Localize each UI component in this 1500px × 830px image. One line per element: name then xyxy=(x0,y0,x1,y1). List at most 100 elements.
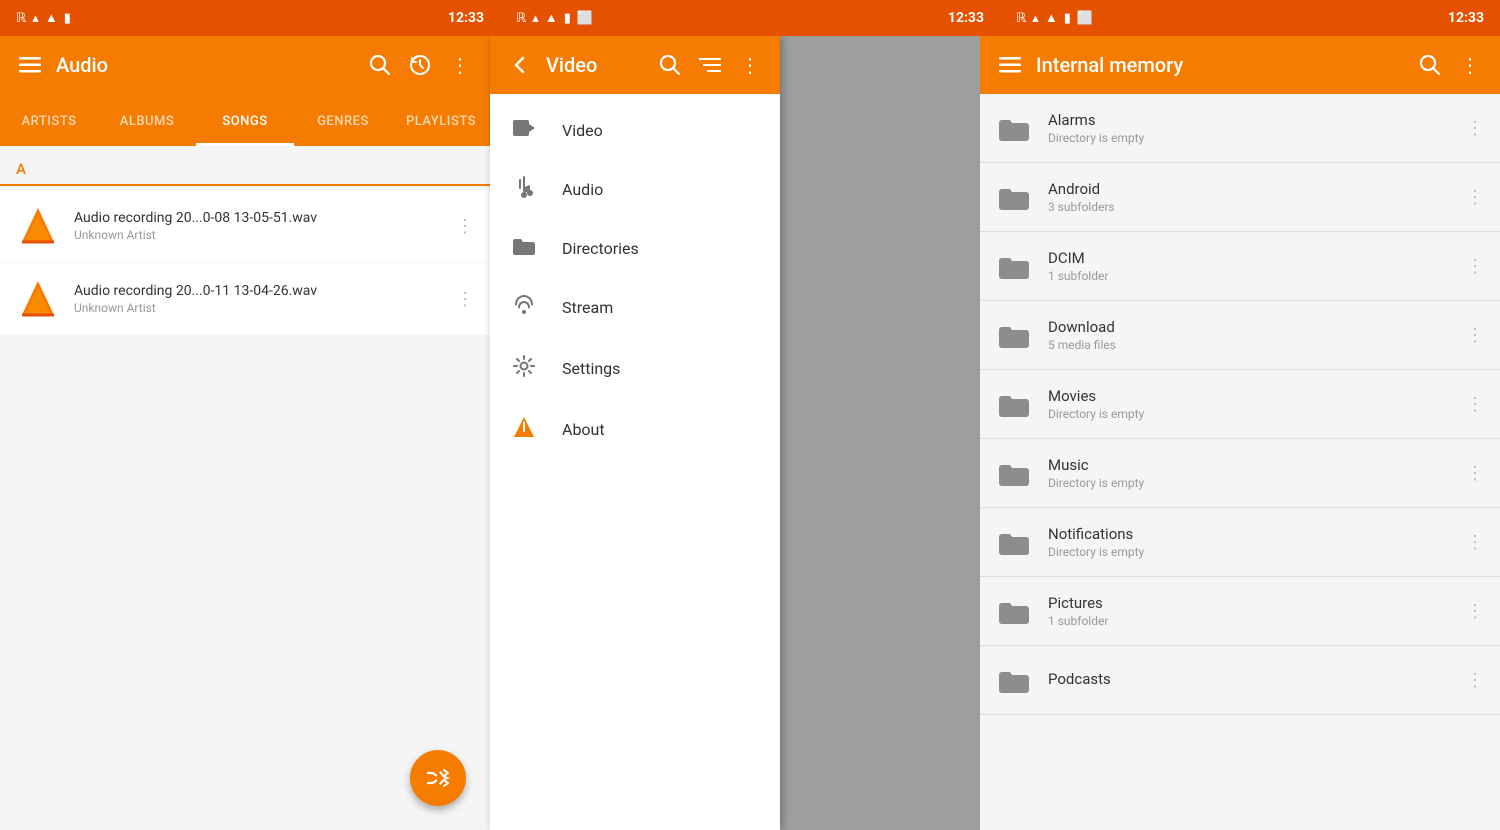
folder-item-alarms[interactable]: Alarms Directory is empty ⋮ xyxy=(980,94,1500,163)
audio-panel: Audio ⋮ ARTISTS ALBUMS SONGS GENRES PLAY… xyxy=(0,36,490,830)
folder-name-music: Music xyxy=(1048,456,1450,474)
menu-item-about[interactable]: About xyxy=(490,399,780,460)
fab-button[interactable] xyxy=(410,750,466,806)
folder-item-dcim[interactable]: DCIM 1 subfolder ⋮ xyxy=(980,232,1500,301)
screen-icon: ⬜ xyxy=(577,11,593,26)
about-menu-icon xyxy=(510,415,538,444)
folder-more-pictures[interactable]: ⋮ xyxy=(1466,601,1484,622)
section-header-a: A xyxy=(0,150,490,186)
folder-info-dcim: DCIM 1 subfolder xyxy=(1048,249,1450,283)
folder-icon-alarms xyxy=(996,110,1032,146)
menu-item-audio[interactable]: Audio xyxy=(490,159,780,220)
wifi-icon: ▴ xyxy=(32,11,39,26)
menu-label-settings: Settings xyxy=(562,359,620,378)
internal-menu-icon[interactable] xyxy=(996,51,1024,79)
panel-overlay[interactable] xyxy=(780,36,980,830)
tab-albums[interactable]: ALBUMS xyxy=(98,100,196,146)
menu-item-stream[interactable]: Stream xyxy=(490,277,780,338)
folder-item-music[interactable]: Music Directory is empty ⋮ xyxy=(980,439,1500,508)
song-item-2[interactable]: Audio recording 20...0-11 13-04-26.wav U… xyxy=(0,263,490,335)
folder-item-android[interactable]: Android 3 subfolders ⋮ xyxy=(980,163,1500,232)
folder-name-notifications: Notifications xyxy=(1048,525,1450,543)
video-title: Video xyxy=(546,53,644,77)
screen-icon-2: ⬜ xyxy=(1077,11,1093,26)
sort-icon[interactable] xyxy=(696,51,724,79)
menu-item-directories[interactable]: Directories xyxy=(490,220,780,277)
tab-genres[interactable]: GENRES xyxy=(294,100,392,146)
audio-title: Audio xyxy=(56,53,354,77)
tab-playlists[interactable]: PLAYLISTS xyxy=(392,100,490,146)
folder-sub-dcim: 1 subfolder xyxy=(1048,269,1450,283)
folder-sub-android: 3 subfolders xyxy=(1048,200,1450,214)
folder-more-dcim[interactable]: ⋮ xyxy=(1466,256,1484,277)
status-time-internal: 12:33 xyxy=(1448,10,1484,26)
song-title-1: Audio recording 20...0-08 13-05-51.wav xyxy=(74,210,442,226)
search-icon[interactable] xyxy=(366,51,394,79)
internal-title: Internal memory xyxy=(1036,53,1404,77)
internal-search-icon[interactable] xyxy=(1416,51,1444,79)
menu-label-audio: Audio xyxy=(562,180,603,199)
wifi-icon-2: ▴ xyxy=(532,11,539,26)
folder-item-download[interactable]: Download 5 media files ⋮ xyxy=(980,301,1500,370)
folder-item-movies[interactable]: Movies Directory is empty ⋮ xyxy=(980,370,1500,439)
status-bar-video: ℝ ▴ ▲ ▮ ⬜ 12:33 xyxy=(500,0,1000,36)
wifi-icon-3: ▴ xyxy=(1032,11,1039,26)
folder-more-movies[interactable]: ⋮ xyxy=(1466,394,1484,415)
video-search-icon[interactable] xyxy=(656,51,684,79)
tab-songs[interactable]: SONGS xyxy=(196,100,294,146)
folder-info-android: Android 3 subfolders xyxy=(1048,180,1450,214)
folder-item-pictures[interactable]: Pictures 1 subfolder ⋮ xyxy=(980,577,1500,646)
hamburger-menu-icon[interactable] xyxy=(16,51,44,79)
song-thumb-2 xyxy=(16,277,60,321)
song-artist-1: Unknown Artist xyxy=(74,228,442,242)
song-list: A Audio recording 20...0-08 13-05-51.wav… xyxy=(0,146,490,830)
video-more-icon[interactable]: ⋮ xyxy=(736,51,764,79)
folder-list: Alarms Directory is empty ⋮ Android 3 su… xyxy=(980,94,1500,830)
folder-name-download: Download xyxy=(1048,318,1450,336)
folder-more-android[interactable]: ⋮ xyxy=(1466,187,1484,208)
video-toolbar: Video ⋮ xyxy=(490,36,780,94)
folder-icon-notifications xyxy=(996,524,1032,560)
folder-more-music[interactable]: ⋮ xyxy=(1466,463,1484,484)
audio-menu-icon xyxy=(510,175,538,204)
tab-artists[interactable]: ARTISTS xyxy=(0,100,98,146)
song-title-2: Audio recording 20...0-11 13-04-26.wav xyxy=(74,283,442,299)
song-item[interactable]: Audio recording 20...0-08 13-05-51.wav U… xyxy=(0,190,490,262)
more-options-icon[interactable]: ⋮ xyxy=(446,51,474,79)
song-info-2: Audio recording 20...0-11 13-04-26.wav U… xyxy=(74,283,442,315)
folder-name-podcasts: Podcasts xyxy=(1048,670,1450,688)
folder-more-podcasts[interactable]: ⋮ xyxy=(1466,670,1484,691)
folder-item-podcasts[interactable]: Podcasts ⋮ xyxy=(980,646,1500,715)
menu-item-settings[interactable]: Settings xyxy=(490,338,780,399)
internal-more-icon[interactable]: ⋮ xyxy=(1456,51,1484,79)
status-bar-audio: ℝ ▴ ▲ ▮ 12:33 xyxy=(0,0,500,36)
folder-info-movies: Movies Directory is empty xyxy=(1048,387,1450,421)
bluetooth-icon-2: ℝ xyxy=(516,11,526,26)
status-time-video: 12:33 xyxy=(948,10,984,26)
signal-icon-3: ▲ xyxy=(1045,10,1058,26)
folder-sub-notifications: Directory is empty xyxy=(1048,545,1450,559)
folder-name-dcim: DCIM xyxy=(1048,249,1450,267)
stream-menu-icon xyxy=(510,293,538,322)
folder-item-notifications[interactable]: Notifications Directory is empty ⋮ xyxy=(980,508,1500,577)
folder-more-notifications[interactable]: ⋮ xyxy=(1466,532,1484,553)
video-menu-list: Video Audio Directories Stream xyxy=(490,94,780,830)
audio-tabs: ARTISTS ALBUMS SONGS GENRES PLAYLISTS xyxy=(0,94,490,146)
settings-menu-icon xyxy=(510,354,538,383)
bluetooth-icon-3: ℝ xyxy=(1016,11,1026,26)
song-menu-1[interactable]: ⋮ xyxy=(456,216,474,237)
back-icon[interactable] xyxy=(506,51,534,79)
folder-sub-alarms: Directory is empty xyxy=(1048,131,1450,145)
menu-item-video[interactable]: Video xyxy=(490,102,780,159)
history-icon[interactable] xyxy=(406,51,434,79)
internal-memory-panel: Internal memory ⋮ Alarms Directory is em… xyxy=(980,36,1500,830)
directories-menu-icon xyxy=(510,236,538,261)
song-menu-2[interactable]: ⋮ xyxy=(456,289,474,310)
folder-icon-dcim xyxy=(996,248,1032,284)
folder-sub-download: 5 media files xyxy=(1048,338,1450,352)
status-time-audio: 12:33 xyxy=(448,10,484,26)
battery-icon-3: ▮ xyxy=(1064,11,1071,26)
folder-more-alarms[interactable]: ⋮ xyxy=(1466,118,1484,139)
folder-icon-android xyxy=(996,179,1032,215)
folder-more-download[interactable]: ⋮ xyxy=(1466,325,1484,346)
